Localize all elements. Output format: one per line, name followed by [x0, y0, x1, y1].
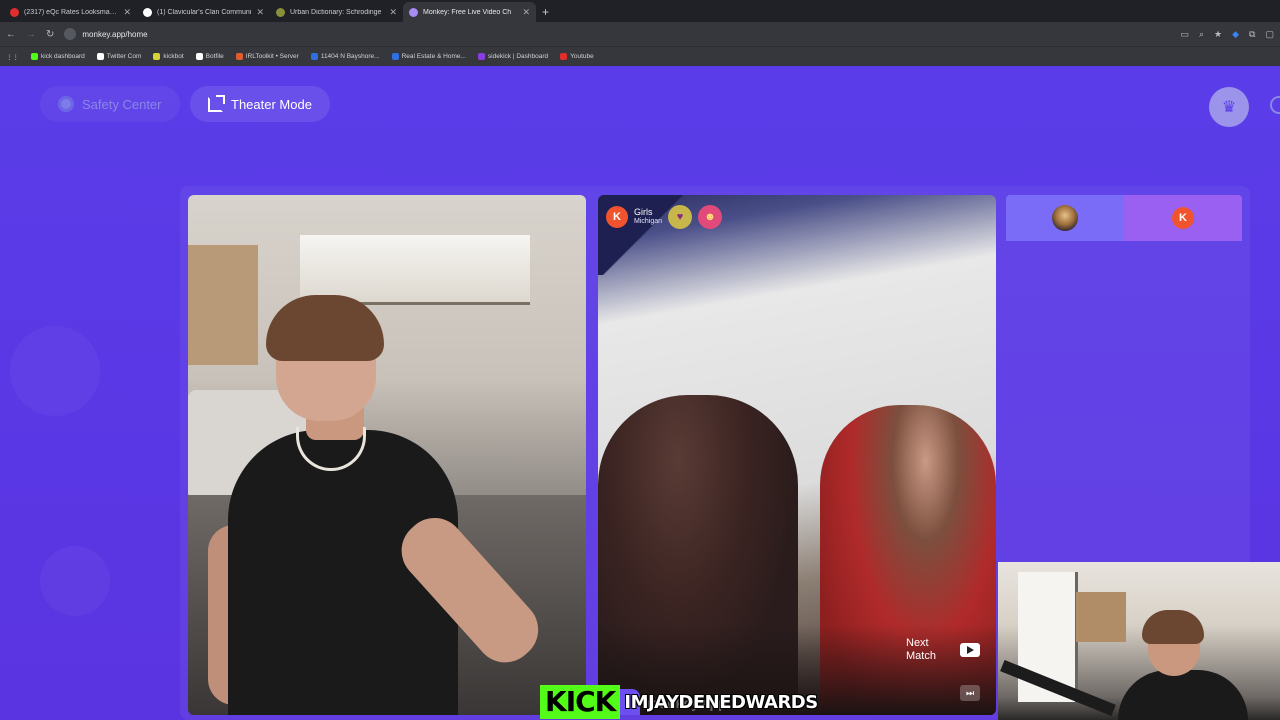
skip-forward-icon[interactable]: ⏭ [960, 685, 980, 701]
x-icon [96, 53, 104, 60]
profile-edge-icon[interactable] [1270, 96, 1280, 114]
browser-tab-active[interactable]: Monkey: Free Live Video Ch ✕ [403, 2, 536, 22]
youtube-share-icon[interactable] [960, 643, 980, 657]
expand-icon [208, 94, 225, 112]
tab-title: (2317) eQc Rates Looksmaxing [24, 8, 119, 16]
back-icon[interactable]: ← [6, 29, 16, 40]
wood-panel [188, 245, 258, 365]
bookmark-bayshore[interactable]: 11404 N Bayshore... [310, 53, 380, 60]
close-tab-icon[interactable]: ✕ [123, 7, 131, 18]
irltoolkit-icon [235, 53, 243, 60]
botfile-icon [195, 53, 203, 60]
person-body [1118, 670, 1248, 720]
extensions-puzzle-icon[interactable]: ⧉ [1249, 29, 1255, 40]
new-tab-button[interactable]: + [536, 5, 555, 22]
zoom-icon[interactable]: ⌕ [1199, 29, 1204, 40]
apps-grid-icon[interactable]: ⋮⋮ [6, 53, 19, 61]
match-video: K Girls Michigan ♥ ☻ Next Match ⏭ monkey… [598, 195, 996, 715]
browser-tab[interactable]: (1) Clavicular's Clan Communi ✕ [137, 2, 270, 22]
safety-center-label: Safety Center [82, 96, 162, 112]
match-avatar[interactable]: K [606, 206, 628, 228]
folder-icon [310, 53, 318, 60]
match-gender-label: Girls [634, 207, 653, 217]
bookmark-real-estate[interactable]: Real Estate & Home... [391, 53, 466, 60]
close-tab-icon[interactable]: ✕ [522, 7, 530, 18]
bookmark-kickbot[interactable]: kickbot [153, 53, 184, 60]
address-bar-row: ← → ↻ monkey.app/home ▭ ⌕ ★ ◆ ⧉ ▢ [0, 22, 1280, 46]
tab-title: Monkey: Free Live Video Ch [423, 8, 512, 16]
bookmark-star-icon[interactable]: ★ [1214, 29, 1222, 40]
self-avatar [1052, 205, 1078, 231]
url-text: monkey.app/home [82, 29, 148, 39]
extension-icon[interactable]: ◆ [1232, 29, 1239, 40]
cast-icon[interactable]: ▭ [1180, 29, 1189, 40]
bookmark-sidekick[interactable]: sidekick | Dashboard [477, 53, 548, 60]
browser-toolbar: ▭ ⌕ ★ ◆ ⧉ ▢ [1180, 29, 1274, 40]
kick-icon [31, 53, 38, 60]
self-video [188, 195, 586, 715]
shield-check-icon [58, 96, 74, 112]
emoji-badge-icon[interactable]: ☻ [698, 205, 723, 229]
match-avatar-tab[interactable]: K [1124, 195, 1242, 241]
youtube-favicon-icon [10, 7, 19, 17]
sidekick-icon [477, 53, 485, 60]
match-location: Michigan [634, 218, 663, 225]
reload-icon[interactable]: ↻ [46, 29, 54, 40]
x-favicon-icon [143, 7, 152, 17]
close-tab-icon[interactable]: ✕ [389, 7, 397, 18]
monkey-favicon-icon [409, 7, 418, 17]
kickbot-icon [153, 53, 161, 60]
folder-icon [391, 53, 399, 60]
bookmark-youtube[interactable]: Youtube [560, 53, 594, 60]
crown-icon: ♛ [1221, 99, 1237, 116]
url-field[interactable]: monkey.app/home [64, 28, 1170, 40]
browser-tab[interactable]: (2317) eQc Rates Looksmaxing ✕ [4, 2, 137, 22]
background-bokeh [40, 546, 110, 616]
background-bokeh [10, 326, 100, 416]
match-info: K Girls Michigan ♥ ☻ [606, 205, 723, 229]
streamer-username: IMJAYDENEDWARDS [624, 691, 818, 713]
tab-title: Urban Dictionary: Schrodinge [290, 8, 382, 16]
bookmark-kick-dashboard[interactable]: kick dashboard [31, 53, 85, 60]
wood-panel [1076, 592, 1126, 642]
streamer-webcam [998, 562, 1280, 720]
self-avatar-tab[interactable] [1006, 195, 1124, 241]
bookmark-botfile[interactable]: Botfile [195, 53, 224, 60]
theater-mode-label: Theater Mode [231, 96, 312, 112]
chat-header: K [1006, 195, 1242, 241]
safety-center-button[interactable]: Safety Center [40, 86, 180, 122]
crown-button[interactable]: ♛ [1209, 87, 1249, 127]
bookmark-twitter[interactable]: Twitter Com [96, 53, 141, 60]
bookmarks-bar: ⋮⋮ kick dashboard Twitter Com kickbot Bo… [0, 46, 1280, 66]
window-icon[interactable]: ▢ [1265, 29, 1274, 40]
theater-mode-button[interactable]: Theater Mode [190, 86, 330, 122]
browser-tab-bar: (2317) eQc Rates Looksmaxing ✕ (1) Clavi… [0, 0, 1280, 22]
youtube-icon [560, 53, 568, 60]
browser-tab[interactable]: Urban Dictionary: Schrodinge ✕ [270, 2, 403, 22]
site-info-icon[interactable] [64, 28, 77, 40]
kick-stream-overlay: KICK IMJAYDENEDWARDS [540, 684, 818, 720]
match-details: Girls Michigan [634, 207, 662, 227]
person-hair [1142, 610, 1204, 644]
kick-logo: KICK [540, 685, 621, 719]
urban-dictionary-favicon-icon [276, 7, 285, 17]
tab-title: (1) Clavicular's Clan Communi [157, 8, 252, 16]
heart-badge-icon[interactable]: ♥ [668, 205, 693, 229]
bookmark-irltoolkit[interactable]: IRLToolkit • Server [235, 53, 299, 60]
close-tab-icon[interactable]: ✕ [256, 7, 264, 18]
next-match-label[interactable]: Next Match [906, 637, 946, 663]
match-avatar: K [1172, 207, 1194, 229]
forward-icon[interactable]: → [26, 29, 36, 40]
